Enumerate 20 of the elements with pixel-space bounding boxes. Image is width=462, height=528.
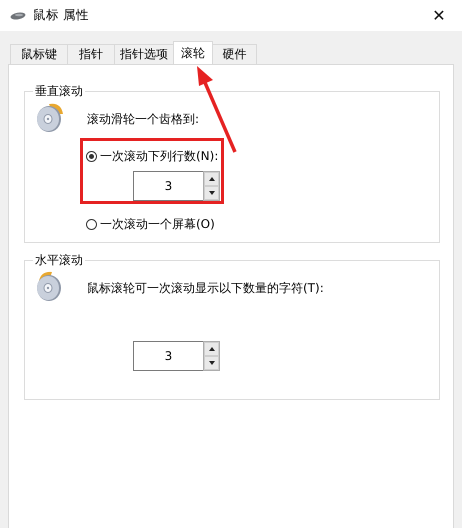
group-title: 垂直滚动 (34, 83, 84, 100)
window-title: 鼠标 属性 (33, 7, 90, 24)
increment-button[interactable] (204, 172, 219, 186)
tab[interactable]: 鼠标键 (10, 44, 68, 64)
close-button[interactable]: ✕ (416, 0, 462, 31)
tab[interactable]: 硬件 (212, 44, 257, 64)
down-triangle-icon (208, 361, 214, 365)
up-triangle-icon (208, 177, 214, 181)
prompt-label: 滚动滑轮一个齿格到: (87, 110, 200, 128)
down-triangle-icon (208, 191, 214, 195)
decrement-button[interactable] (204, 186, 219, 200)
decrement-button[interactable] (204, 356, 219, 370)
prompt-label: 鼠标滚轮可一次滚动显示以下数量的字符(T): (87, 280, 324, 296)
number-field[interactable]: 3 (133, 171, 203, 201)
mouse-icon (10, 12, 26, 20)
up-triangle-icon (208, 347, 214, 351)
increment-button[interactable] (204, 342, 219, 356)
number-field[interactable]: 3 (133, 341, 203, 371)
tab[interactable]: 滚轮 (173, 41, 213, 64)
group-title: 水平滚动 (34, 252, 84, 269)
